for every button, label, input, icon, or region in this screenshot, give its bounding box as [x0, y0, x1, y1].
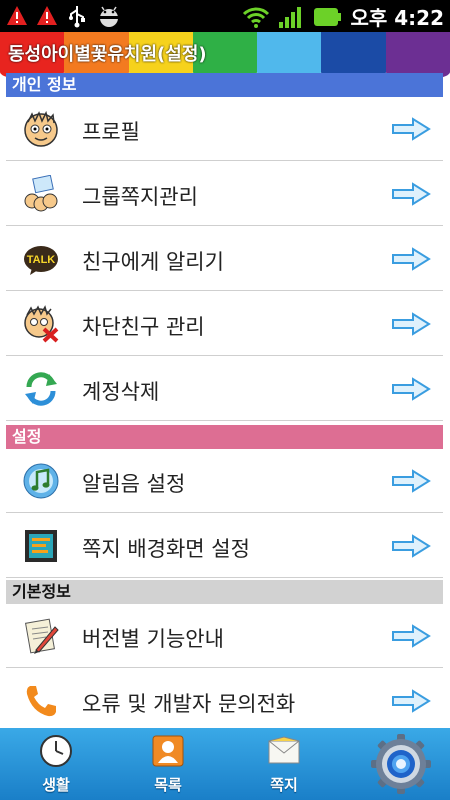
music-note-icon	[23, 463, 59, 499]
envelope-icon	[268, 736, 300, 764]
bottom-tab-bar: 생활 목록 쪽지	[0, 728, 450, 800]
tab-label: 생활	[42, 776, 70, 794]
status-right-icons: 오후 4:22	[242, 2, 444, 31]
menu-item-label: 버전별 기능안내	[82, 627, 224, 651]
tab-label: 쪽지	[270, 776, 298, 794]
phone-icon	[26, 686, 56, 717]
menu-item-message-wallpaper[interactable]: 쪽지 배경화면 설정	[6, 514, 443, 578]
blocked-friend-icon	[24, 305, 59, 343]
arrow-right-icon	[392, 469, 431, 493]
menu-item-label: 알림음 설정	[82, 472, 186, 496]
warning-icon	[37, 6, 57, 25]
section-header-settings: 설정	[6, 425, 443, 449]
menu-item-label: 계정삭제	[82, 380, 160, 404]
menu-item-contact-developer[interactable]: 오류 및 개발자 문의전화	[6, 669, 443, 733]
tab-messages[interactable]: 쪽지	[228, 728, 340, 800]
menu-item-label: 그룹쪽지관리	[82, 185, 198, 209]
contacts-icon	[152, 735, 184, 767]
menu-item-delete-account[interactable]: 계정삭제	[6, 357, 443, 421]
banner-stripe	[257, 32, 322, 80]
usb-icon	[69, 6, 85, 28]
arrow-right-icon	[392, 689, 431, 713]
menu-item-tell-friends[interactable]: TALK 친구에게 알리기	[6, 227, 443, 291]
arrow-right-icon	[392, 624, 431, 648]
tab-settings[interactable]	[356, 728, 450, 800]
tab-label: 목록	[154, 776, 182, 794]
refresh-account-icon	[25, 372, 57, 406]
signal-icon	[279, 6, 302, 28]
menu-item-blocked-friends[interactable]: 차단친구 관리	[6, 292, 443, 356]
menu-item-label: 친구에게 알리기	[82, 250, 224, 274]
clock-icon	[40, 735, 72, 767]
group-message-icon	[24, 175, 58, 212]
wallpaper-icon	[25, 530, 57, 562]
profile-face-icon	[24, 110, 58, 147]
arrow-right-icon	[392, 312, 431, 336]
menu-item-notification-sound[interactable]: 알림음 설정	[6, 449, 443, 513]
banner-stripe	[385, 32, 450, 80]
menu-item-profile[interactable]: 프로필	[6, 97, 443, 161]
arrow-right-icon	[392, 247, 431, 271]
menu-item-label: 프로필	[82, 120, 140, 144]
tab-list[interactable]: 목록	[112, 728, 224, 800]
svg-text:TALK: TALK	[27, 254, 56, 266]
section-header-basic: 기본정보	[6, 580, 443, 604]
android-debug-icon	[100, 6, 118, 27]
menu-item-label: 차단친구 관리	[82, 315, 205, 339]
status-left-icons	[6, 4, 122, 28]
section-header-personal: 개인 정보	[6, 73, 443, 97]
kakaotalk-icon: TALK	[24, 246, 58, 275]
menu-item-label: 쪽지 배경화면 설정	[82, 537, 250, 561]
wifi-icon	[243, 7, 270, 28]
arrow-right-icon	[392, 182, 431, 206]
menu-item-version-features[interactable]: 버전별 기능안내	[6, 604, 443, 668]
banner-stripe	[321, 32, 386, 80]
warning-icon	[7, 6, 27, 25]
menu-item-group-message[interactable]: 그룹쪽지관리	[6, 162, 443, 226]
menu-item-label: 오류 및 개발자 문의전화	[82, 692, 296, 716]
arrow-right-icon	[392, 377, 431, 401]
arrow-right-icon	[392, 117, 431, 141]
status-time: 오후 4:22	[350, 6, 444, 30]
document-pen-icon	[24, 618, 59, 654]
app-title: 동성아이별꽃유치원(설정)	[8, 44, 207, 65]
arrow-right-icon	[392, 534, 431, 558]
battery-icon	[314, 7, 342, 26]
status-bar: 오후 4:22	[0, 0, 450, 32]
tab-life[interactable]: 생활	[0, 728, 112, 800]
settings-gear-icon	[371, 734, 431, 794]
